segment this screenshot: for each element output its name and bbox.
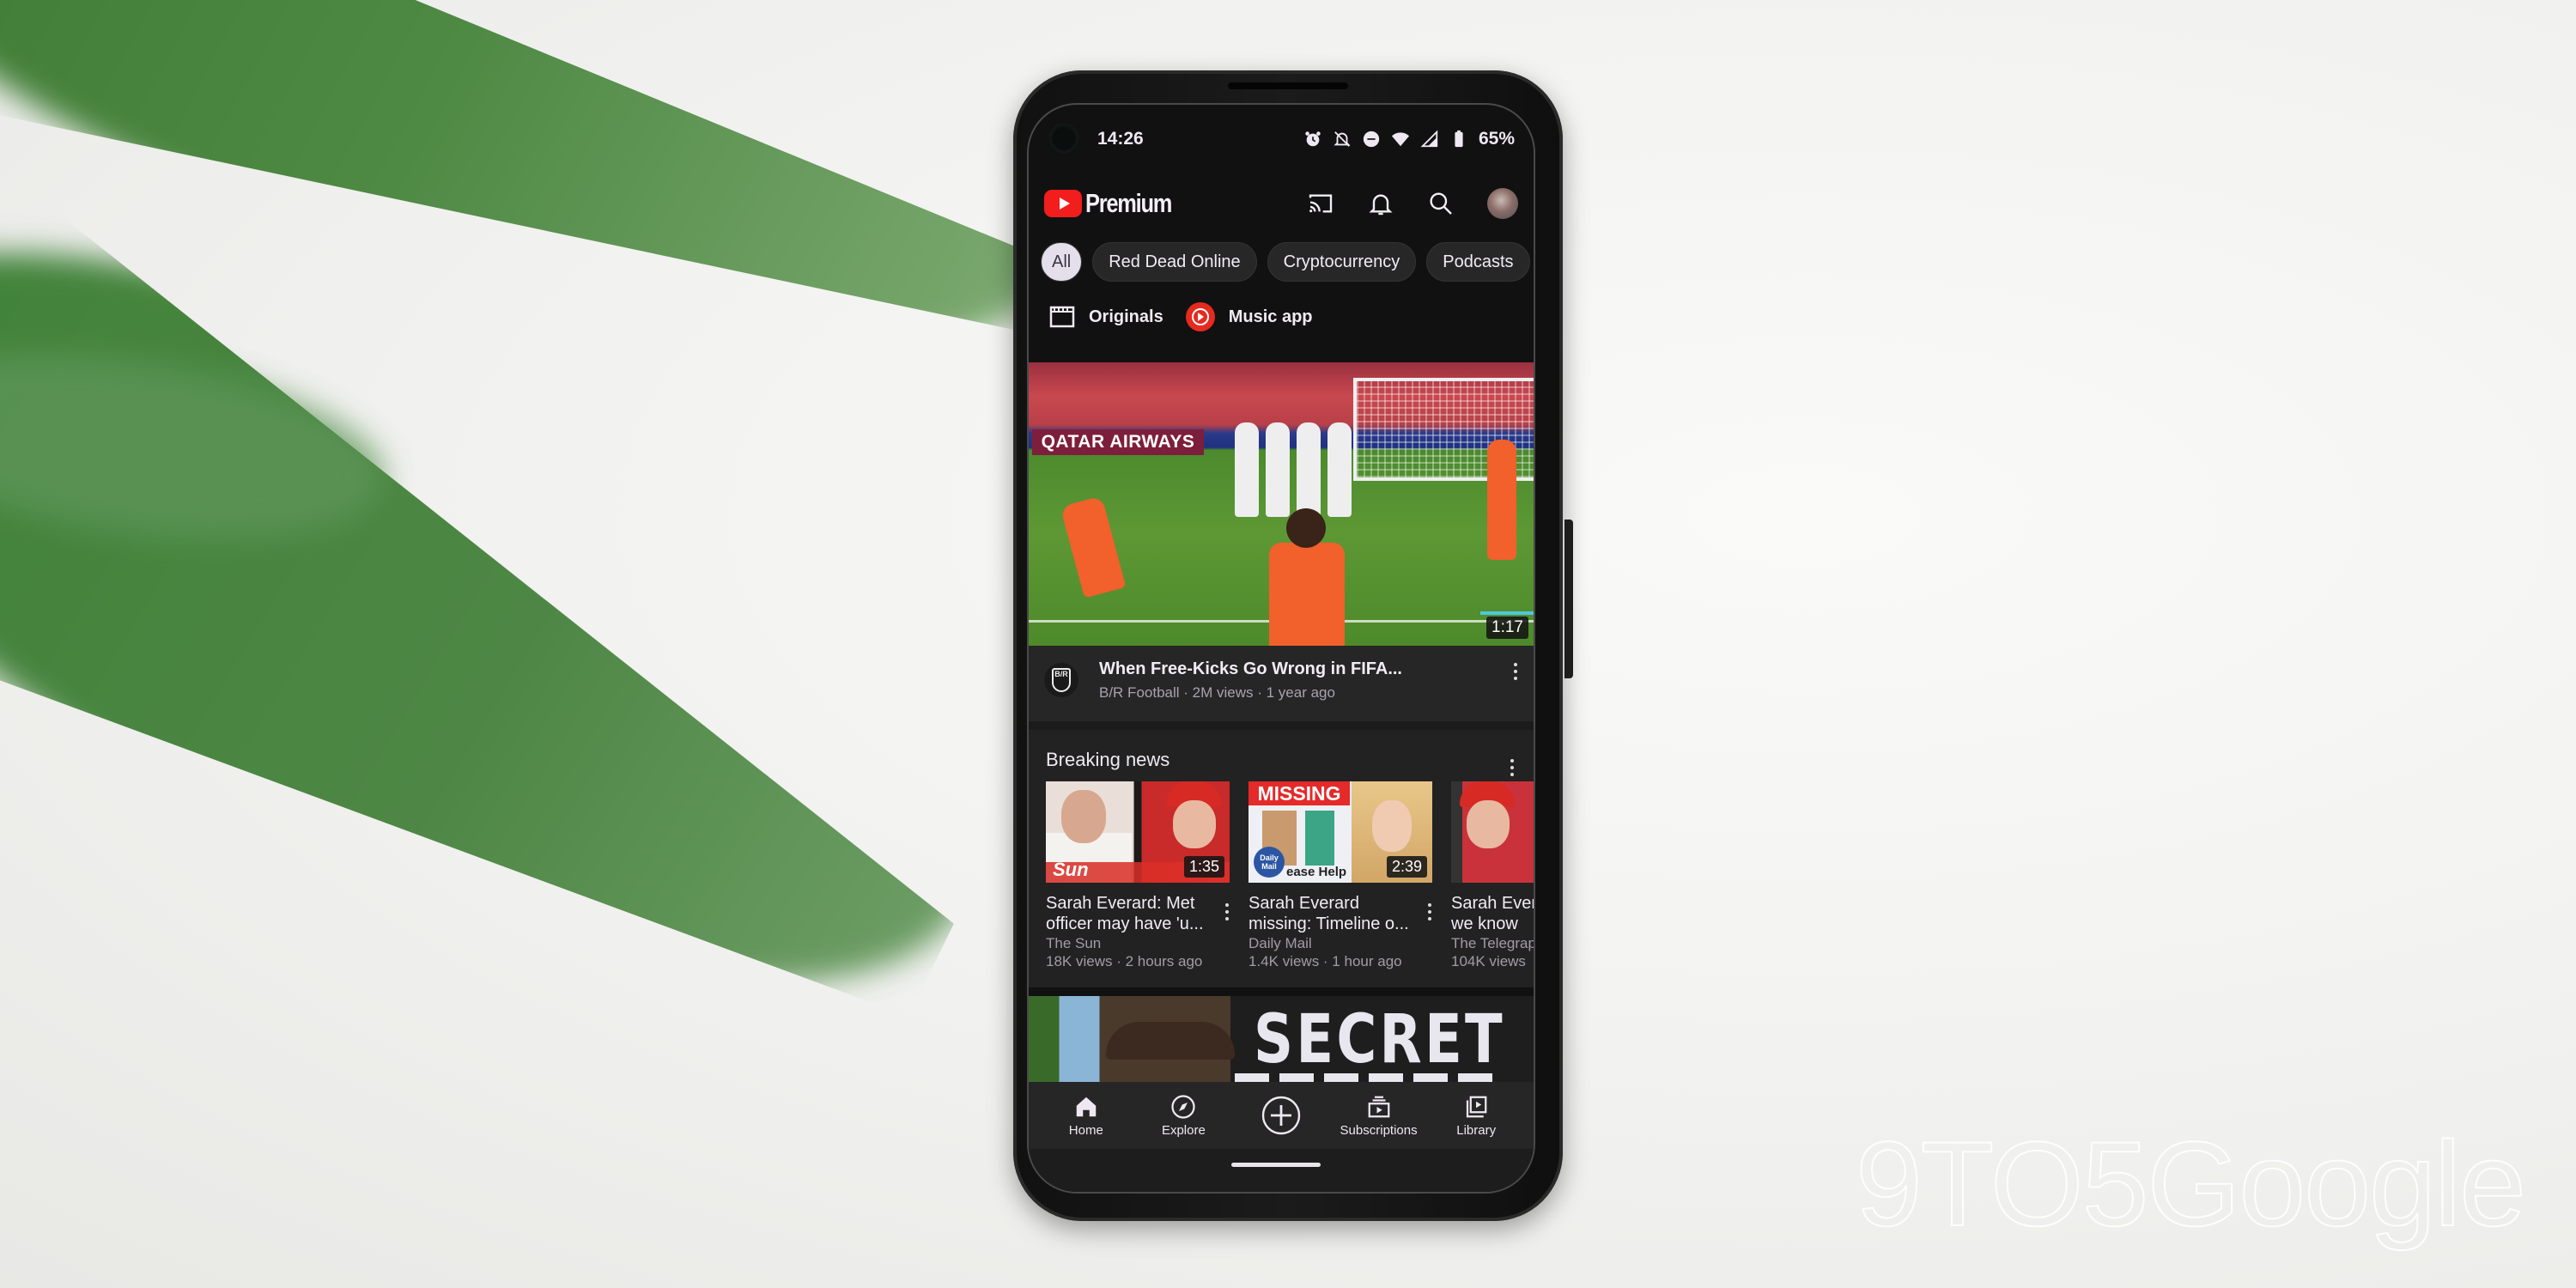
nav-library[interactable]: Library — [1429, 1094, 1523, 1138]
alarm-icon — [1305, 131, 1321, 147]
player — [1060, 495, 1127, 598]
youtube-play-icon — [1044, 190, 1082, 217]
battery-icon — [1455, 130, 1463, 148]
breaking-news-shelf: Breaking news Sun 1:35 Sarah Everard: Me — [1029, 730, 1534, 987]
cast-icon[interactable] — [1307, 190, 1334, 217]
subscriptions-icon — [1368, 1096, 1389, 1117]
music-app-label: Music app — [1228, 307, 1313, 326]
news-card[interactable]: MISSING Daily Mail ease Help 2:39 Sarah … — [1249, 781, 1432, 970]
news-card[interactable]: Sun 1:35 Sarah Everard: Met officer may … — [1046, 781, 1230, 970]
thumbnail-text-cut — [1235, 1073, 1492, 1082]
compass-icon — [1171, 1094, 1196, 1119]
video-duration: 1:17 — [1486, 617, 1528, 639]
nav-library-label: Library — [1456, 1122, 1497, 1138]
create-plus-icon — [1261, 1096, 1301, 1135]
chip-red-dead-online[interactable]: Red Dead Online — [1092, 242, 1257, 282]
search-icon[interactable] — [1427, 190, 1455, 217]
video-duration: 2:39 — [1386, 856, 1427, 878]
cellular-signal-icon — [1420, 130, 1438, 148]
watermark-9to5google: 9TO5Google — [1855, 1115, 2527, 1252]
originals-label: Originals — [1089, 307, 1163, 326]
youtube-music-icon — [1185, 302, 1215, 331]
video-duration: 1:35 — [1183, 856, 1224, 878]
bottom-navigation: Home Explore Subscriptions Library — [1029, 1082, 1534, 1149]
nav-create[interactable] — [1234, 1095, 1328, 1136]
clapperboard-icon — [1049, 306, 1075, 328]
nav-subscriptions[interactable]: Subscriptions — [1332, 1094, 1426, 1138]
phone-power-button — [1564, 519, 1573, 678]
news-title[interactable]: Sarah Everard missing: Timeline o... — [1249, 893, 1417, 934]
shortcut-links: Originals Music app — [1049, 302, 1313, 331]
gesture-area — [1029, 1149, 1534, 1192]
phone-device: 14:26 65% Premium All Red Dead Online Cr… — [1013, 70, 1563, 1221]
nav-subscriptions-label: Subscriptions — [1340, 1122, 1418, 1138]
news-card[interactable]: Sarah Everard: What we know The Telegrap… — [1451, 781, 1535, 970]
news-channel: The Telegraph — [1451, 935, 1535, 951]
nav-explore-label: Explore — [1161, 1122, 1206, 1138]
battery-percent: 65% — [1478, 129, 1515, 149]
news-title[interactable]: Sarah Everard: What we know — [1451, 893, 1534, 934]
video-subtitle: B/R Football · 2M views · 1 year ago — [1099, 684, 1335, 701]
the-sun-logo: Sun — [1053, 859, 1089, 880]
defensive-wall — [1235, 422, 1352, 517]
originals-link[interactable]: Originals — [1049, 306, 1163, 328]
missing-banner: MISSING — [1249, 781, 1350, 805]
youtube-premium-logo[interactable]: Premium — [1044, 188, 1190, 219]
news-channel: Daily Mail — [1249, 935, 1312, 951]
filter-chips: All Red Dead Online Cryptocurrency Podca… — [1041, 242, 1530, 282]
do-not-disturb-icon — [1363, 131, 1380, 148]
news-cards: Sun 1:35 Sarah Everard: Met officer may … — [1046, 781, 1535, 970]
news-stats: 18K views · 2 hours ago — [1046, 953, 1203, 969]
news-channel: The Sun — [1046, 935, 1102, 951]
chip-cryptocurrency[interactable]: Cryptocurrency — [1267, 242, 1417, 282]
top-app-bar: Premium — [1029, 173, 1534, 234]
status-time: 14:26 — [1097, 129, 1144, 149]
notifications-bell-icon[interactable] — [1367, 190, 1394, 217]
news-stats: 1.4K views · 1 hour ago — [1249, 953, 1402, 969]
music-app-link[interactable]: Music app — [1185, 302, 1313, 331]
phone-speaker — [1228, 82, 1348, 89]
daily-mail-logo: Daily Mail — [1254, 847, 1285, 878]
player — [1487, 440, 1516, 560]
thumbnail-text: SECRET — [1254, 1001, 1505, 1078]
more-options-icon[interactable] — [1427, 903, 1432, 920]
app-bar-actions — [1307, 188, 1518, 219]
notifications-off-icon — [1334, 131, 1351, 147]
news-stats: 104K views — [1451, 953, 1526, 969]
gesture-navigation-bar[interactable] — [1231, 1163, 1321, 1167]
nav-home-label: Home — [1068, 1122, 1103, 1138]
news-thumbnail[interactable]: Sun 1:35 — [1046, 781, 1230, 883]
video-title[interactable]: When Free-Kicks Go Wrong in FIFA... — [1099, 659, 1402, 679]
stadium-banner: QATAR AIRWAYS — [1032, 429, 1204, 455]
more-options-icon[interactable] — [1513, 663, 1518, 709]
news-thumbnail[interactable] — [1451, 781, 1534, 883]
nav-explore[interactable]: Explore — [1136, 1094, 1230, 1138]
phone-screen: 14:26 65% Premium All Red Dead Online Cr… — [1027, 103, 1535, 1194]
cowboy-hat — [1106, 1022, 1235, 1060]
more-options-icon[interactable] — [1224, 903, 1230, 920]
wifi-icon — [1391, 132, 1410, 147]
news-thumbnail[interactable]: MISSING Daily Mail ease Help 2:39 — [1249, 781, 1432, 883]
thumb-caption: ease Help — [1286, 865, 1347, 879]
status-icons: 65% — [1303, 129, 1515, 149]
player — [1269, 508, 1345, 646]
hero-video-thumbnail[interactable]: QATAR AIRWAYS 1:17 — [1029, 362, 1534, 646]
section-divider — [1029, 721, 1534, 730]
status-bar: 14:26 65% — [1029, 105, 1534, 173]
library-icon — [1467, 1096, 1487, 1117]
channel-avatar-br-football[interactable]: B/R — [1044, 663, 1078, 697]
chip-all[interactable]: All — [1041, 242, 1083, 282]
brand-label: Premium — [1085, 188, 1172, 218]
news-title[interactable]: Sarah Everard: Met officer may have 'u..… — [1046, 893, 1214, 934]
watch-progress-bar — [1480, 611, 1534, 615]
account-avatar[interactable] — [1487, 188, 1518, 219]
nav-home[interactable]: Home — [1039, 1094, 1133, 1138]
home-icon — [1076, 1097, 1097, 1116]
hero-video-details[interactable]: B/R When Free-Kicks Go Wrong in FIFA... … — [1029, 646, 1534, 721]
chip-podcasts[interactable]: Podcasts — [1426, 242, 1530, 282]
next-video-thumbnail[interactable]: SECRET — [1029, 996, 1534, 1082]
